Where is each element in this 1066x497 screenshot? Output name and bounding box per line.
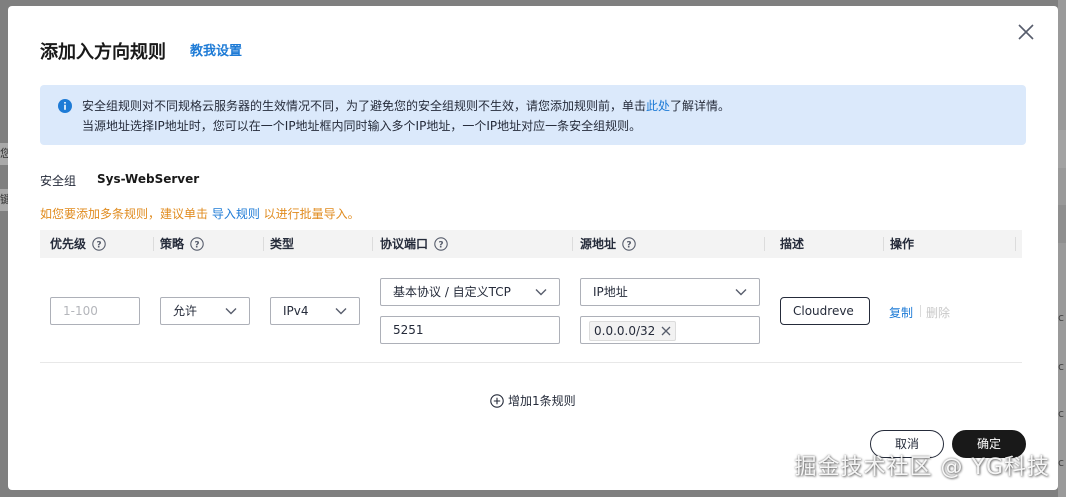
type-select[interactable]: IPv4 — [270, 297, 360, 325]
header-operation: 操作 — [890, 230, 1016, 258]
background-fragment: c — [1058, 360, 1065, 373]
header-label: 优先级 — [50, 237, 87, 251]
import-rules-link[interactable]: 导入规则 — [212, 207, 260, 221]
header-description: 描述 — [780, 230, 884, 258]
source-type-value: IP地址 — [593, 285, 628, 299]
header-source: 源地址 ? — [580, 230, 765, 258]
source-ip-input[interactable]: 0.0.0.0/32 — [580, 316, 760, 344]
copy-rule-link[interactable]: 复制 — [889, 304, 913, 321]
policy-select[interactable]: 允许 — [160, 297, 250, 325]
bulk-tip-text: 以进行批量导入。 — [259, 207, 360, 221]
notice-line-1: 安全组规则对不同规格云服务器的生效情况不同，为了避免您的安全组规则不生效，请您添… — [82, 96, 1010, 116]
background-band — [1058, 205, 1066, 243]
background-fragment: c — [1058, 456, 1065, 469]
description-input[interactable] — [780, 297, 870, 325]
chevron-down-icon — [535, 289, 547, 296]
add-rule-label: 增加1条规则 — [508, 394, 576, 408]
add-rule-button[interactable]: 增加1条规则 — [490, 392, 576, 409]
header-label: 协议端口 — [380, 237, 429, 251]
header-label: 类型 — [270, 237, 295, 251]
header-label: 策略 — [160, 237, 185, 251]
chevron-down-icon — [335, 308, 347, 315]
svg-text:?: ? — [626, 241, 631, 251]
notice-text: 了解详情。 — [670, 99, 731, 113]
priority-input[interactable] — [50, 297, 140, 325]
source-type-select[interactable]: IP地址 — [580, 278, 760, 306]
bulk-tip-text: 如您要添加多条规则，建议单击 — [40, 207, 212, 221]
background-fragment: c — [1058, 311, 1065, 324]
plus-circle-icon — [490, 393, 504, 408]
header-protocol-port: 协议端口 ? — [380, 230, 573, 258]
operation-divider — [920, 305, 921, 317]
header-label: 操作 — [890, 237, 915, 251]
remove-tag-icon[interactable] — [661, 326, 671, 336]
info-icon — [58, 99, 72, 113]
port-input[interactable] — [380, 316, 560, 344]
notice-line-2: 当源地址选择IP地址时，您可以在一个IP地址框内同时输入多个IP地址，一个IP地… — [82, 119, 642, 133]
background-fragment: c — [1058, 407, 1065, 420]
type-value: IPv4 — [283, 304, 309, 318]
background-right-edge — [1058, 0, 1066, 497]
svg-text:?: ? — [438, 241, 443, 251]
ip-tag: 0.0.0.0/32 — [589, 321, 677, 341]
ip-tag-label: 0.0.0.0/32 — [594, 324, 656, 338]
protocol-select[interactable]: 基本协议 / 自定义TCP — [380, 278, 560, 306]
background-band — [1058, 130, 1066, 168]
chevron-down-icon — [735, 289, 747, 296]
help-icon[interactable]: ? — [190, 237, 204, 251]
tutorial-link[interactable]: 教我设置 — [190, 40, 242, 59]
svg-text:?: ? — [194, 241, 199, 251]
rules-table-header: 优先级 ? 策略 ? 类型 协议端口 ? 源地址 ? 描述 操作 — [40, 230, 1022, 258]
notice-details-link[interactable]: 此处 — [646, 99, 670, 113]
header-type: 类型 — [270, 230, 373, 258]
help-icon[interactable]: ? — [622, 237, 636, 251]
security-group-value: Sys-WebServer — [97, 172, 200, 186]
bulk-import-tip: 如您要添加多条规则，建议单击 导入规则 以进行批量导入。 — [40, 205, 360, 222]
add-inbound-rule-dialog: 添加入方向规则 教我设置 安全组规则对不同规格云服务器的生效情况不同，为了避免您… — [8, 6, 1058, 490]
protocol-value: 基本协议 / 自定义TCP — [393, 285, 511, 299]
row-divider — [40, 362, 1022, 363]
header-policy: 策略 ? — [160, 230, 264, 258]
dialog-title: 添加入方向规则 — [40, 42, 166, 63]
svg-text:?: ? — [96, 241, 101, 251]
notice-text: 安全组规则对不同规格云服务器的生效情况不同，为了避免您的安全组规则不生效，请您添… — [82, 99, 647, 113]
info-notice: 安全组规则对不同规格云服务器的生效情况不同，为了避免您的安全组规则不生效，请您添… — [40, 85, 1026, 145]
security-group-label: 安全组 — [40, 174, 77, 188]
policy-value: 允许 — [173, 304, 198, 318]
delete-rule-link: 删除 — [926, 306, 951, 320]
header-label: 描述 — [780, 237, 805, 251]
chevron-down-icon — [225, 308, 237, 315]
close-icon[interactable] — [1016, 22, 1036, 42]
header-label: 源地址 — [580, 237, 617, 251]
help-icon[interactable]: ? — [434, 237, 448, 251]
watermark: 掘金技术社区 @ YG科技 — [794, 455, 1050, 480]
header-priority: 优先级 ? — [50, 230, 154, 258]
help-icon[interactable]: ? — [92, 237, 106, 251]
